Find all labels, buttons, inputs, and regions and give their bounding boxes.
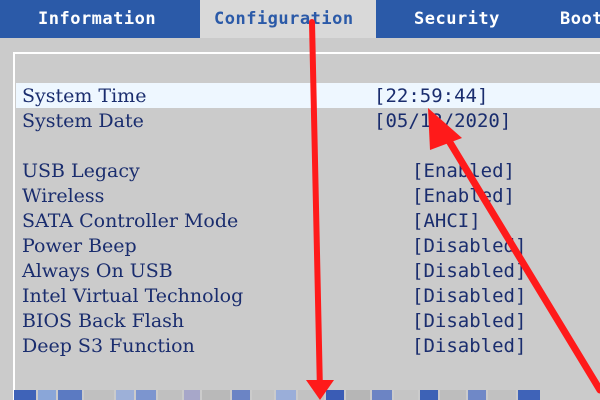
setting-deep-s3-label[interactable]: Deep S3 Function: [22, 334, 195, 358]
bios-tab-bar: Information Configuration Security Boot: [0, 0, 600, 38]
setting-wireless-label[interactable]: Wireless: [22, 184, 104, 208]
footer-help-strip: [14, 390, 600, 400]
setting-system-time-label[interactable]: System Time: [22, 84, 146, 108]
tab-configuration[interactable]: Configuration: [200, 0, 376, 38]
setting-deep-s3-value[interactable]: [Disabled]: [412, 334, 526, 358]
setting-sata-mode-value[interactable]: [AHCI]: [412, 209, 481, 233]
tab-information[interactable]: Information: [38, 0, 156, 38]
setting-usb-legacy-value[interactable]: [Enabled]: [412, 159, 515, 183]
setting-always-on-usb-value[interactable]: [Disabled]: [412, 259, 526, 283]
setting-always-on-usb-label[interactable]: Always On USB: [22, 259, 173, 283]
setting-bios-back-flash-value[interactable]: [Disabled]: [412, 309, 526, 333]
setting-power-beep-label[interactable]: Power Beep: [22, 234, 137, 258]
setting-power-beep-value[interactable]: [Disabled]: [412, 234, 526, 258]
tab-security[interactable]: Security: [414, 0, 500, 38]
setting-system-date-value[interactable]: [05/12/2020]: [374, 109, 511, 133]
setting-usb-legacy-label[interactable]: USB Legacy: [22, 159, 140, 183]
setting-sata-mode-label[interactable]: SATA Controller Mode: [22, 209, 238, 233]
setting-intel-vt-value[interactable]: [Disabled]: [412, 284, 526, 308]
setting-system-time-value[interactable]: [22:59:44]: [374, 84, 488, 108]
setting-intel-vt-label[interactable]: Intel Virtual Technolog: [22, 284, 243, 308]
setting-wireless-value[interactable]: [Enabled]: [412, 184, 515, 208]
tab-boot[interactable]: Boot: [560, 0, 600, 38]
setting-system-date-label[interactable]: System Date: [22, 109, 144, 133]
setting-bios-back-flash-label[interactable]: BIOS Back Flash: [22, 309, 184, 333]
